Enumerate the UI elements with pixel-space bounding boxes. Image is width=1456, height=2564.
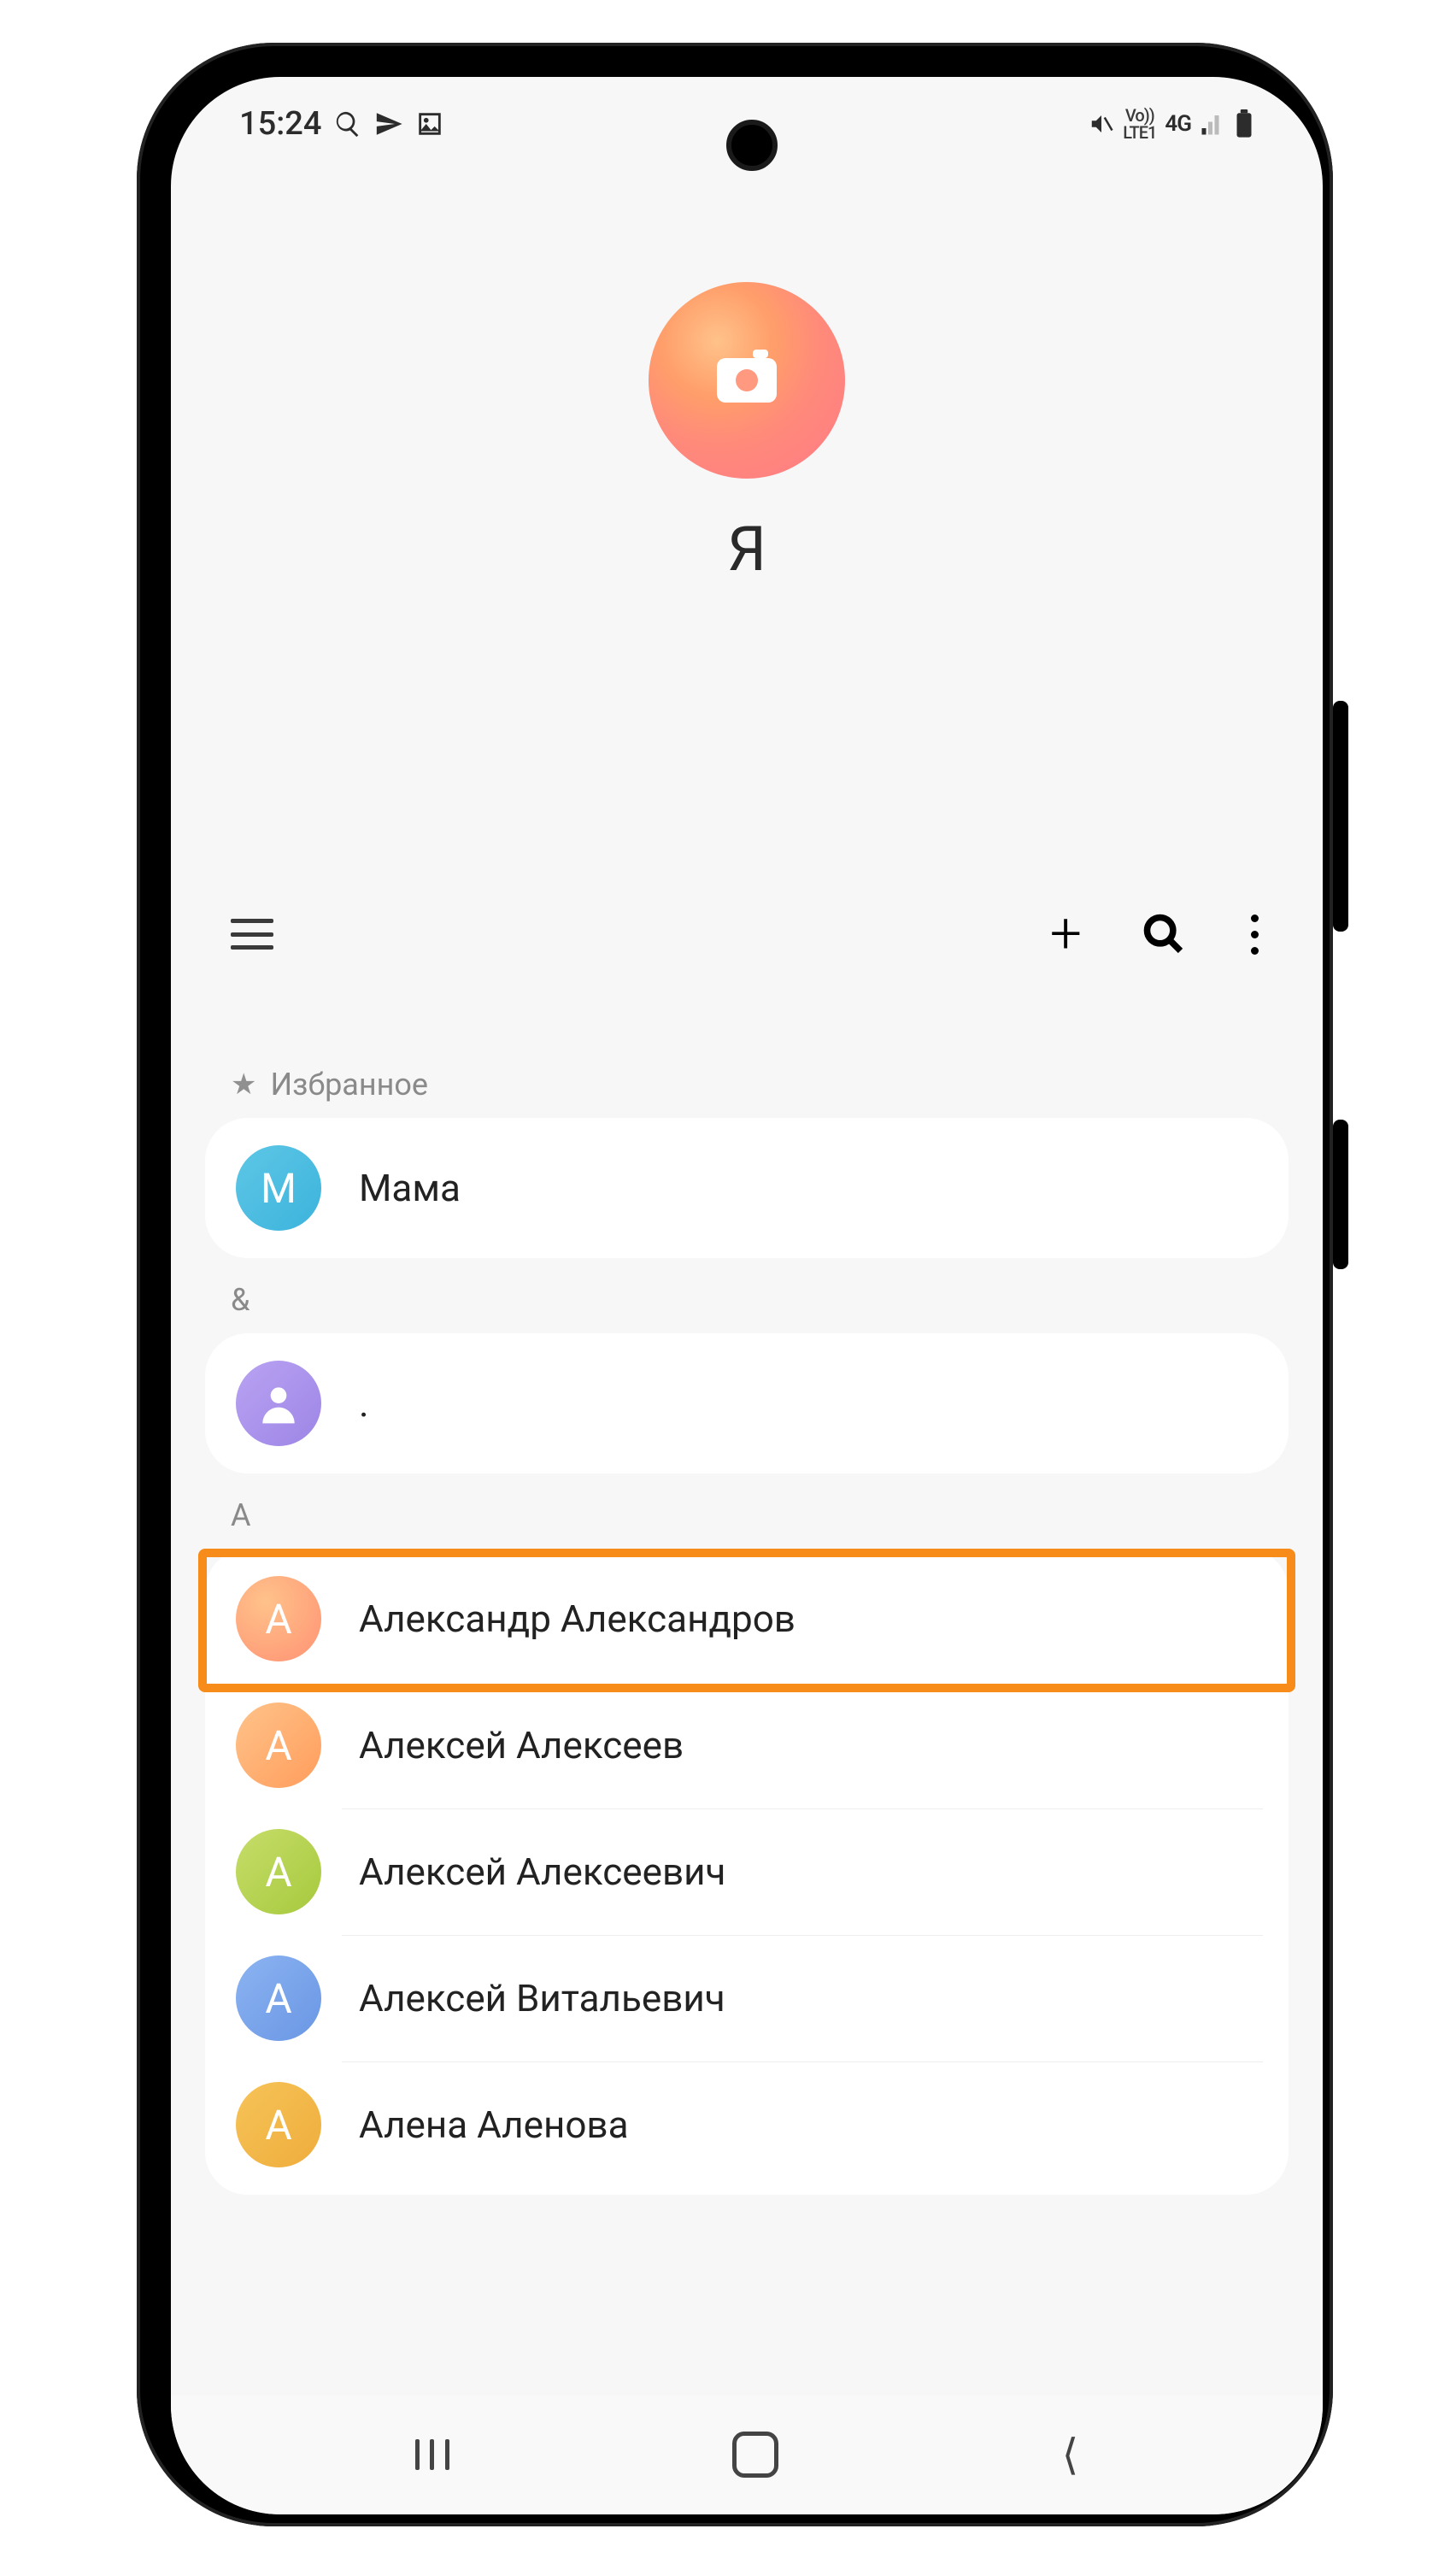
volte-line2: LTE1 [1123,124,1156,141]
signal-icon [1200,111,1225,137]
contact-avatar: А [236,1702,321,1788]
camera-hole [726,120,778,171]
a-card: А Александр Александров А Алексей Алексе… [205,1549,1289,2195]
person-icon [255,1379,302,1427]
search-icon [333,109,362,138]
contact-name: Алексей Алексеев [359,1723,684,1767]
volume-button [1333,701,1348,932]
my-profile-header[interactable]: Я [171,282,1323,585]
contact-row-alenova[interactable]: А Алена Аленова [205,2061,1289,2188]
section-header-a: A [171,1473,1323,1549]
mute-icon [1089,111,1114,137]
network-label: 4G [1165,111,1191,137]
contact-avatar: А [236,1829,321,1914]
contact-name: Алексей Алексеевич [359,1849,725,1894]
power-button [1333,1120,1348,1269]
contact-row-aleksandr[interactable]: А Александр Александров [205,1555,1289,1682]
battery-icon [1234,109,1254,138]
star-icon: ★ [231,1067,256,1102]
contact-avatar: А [236,2082,321,2167]
amp-card: . [205,1333,1289,1473]
my-avatar[interactable] [649,282,845,479]
toolbar: + [171,906,1323,962]
contact-row-alekseev[interactable]: А Алексей Алексеев [205,1682,1289,1808]
contact-name: Мама [359,1166,461,1210]
contact-row-dot[interactable]: . [205,1340,1289,1467]
contact-avatar [236,1361,321,1446]
favorites-label: Избранное [270,1067,428,1103]
section-header-amp: & [171,1258,1323,1333]
contacts-list[interactable]: ★ Избранное М Мама & [171,1043,1323,2395]
image-icon [415,109,444,138]
menu-button[interactable] [231,919,273,950]
amp-label: & [231,1282,250,1318]
camera-icon [717,358,777,403]
contact-name: Алена Аленова [359,2102,629,2147]
contact-row-mama[interactable]: М Мама [205,1125,1289,1251]
screen: 15:24 Vo)) LTE1 4G [171,77,1323,2514]
a-label: A [231,1497,250,1533]
send-icon [374,109,403,138]
nav-home-button[interactable] [732,2432,778,2478]
contact-name: . [359,1381,369,1426]
contact-row-alekseevich[interactable]: А Алексей Алексеевич [205,1808,1289,1935]
contact-row-vitalevich[interactable]: А Алексей Витальевич [205,1935,1289,2061]
my-profile-label: Я [727,513,766,585]
add-contact-button[interactable]: + [1050,906,1082,962]
nav-recents-button[interactable] [415,2439,449,2470]
more-options-button[interactable] [1246,914,1263,955]
contact-name: Алексей Витальевич [359,1976,725,2020]
status-time: 15:24 [239,105,321,143]
search-button[interactable] [1142,912,1186,956]
contact-avatar: А [236,1955,321,2041]
volte-line1: Vo)) [1125,107,1154,124]
favorites-card: М Мама [205,1118,1289,1258]
contact-name: Александр Александров [359,1597,796,1641]
contact-avatar: М [236,1145,321,1231]
contact-avatar: А [236,1576,321,1661]
phone-frame: 15:24 Vo)) LTE1 4G [137,43,1333,2526]
nav-back-button[interactable]: ⟨ [1062,2430,1079,2480]
section-header-favorites: ★ Избранное [171,1043,1323,1118]
android-nav-bar: ⟨ [171,2395,1323,2514]
